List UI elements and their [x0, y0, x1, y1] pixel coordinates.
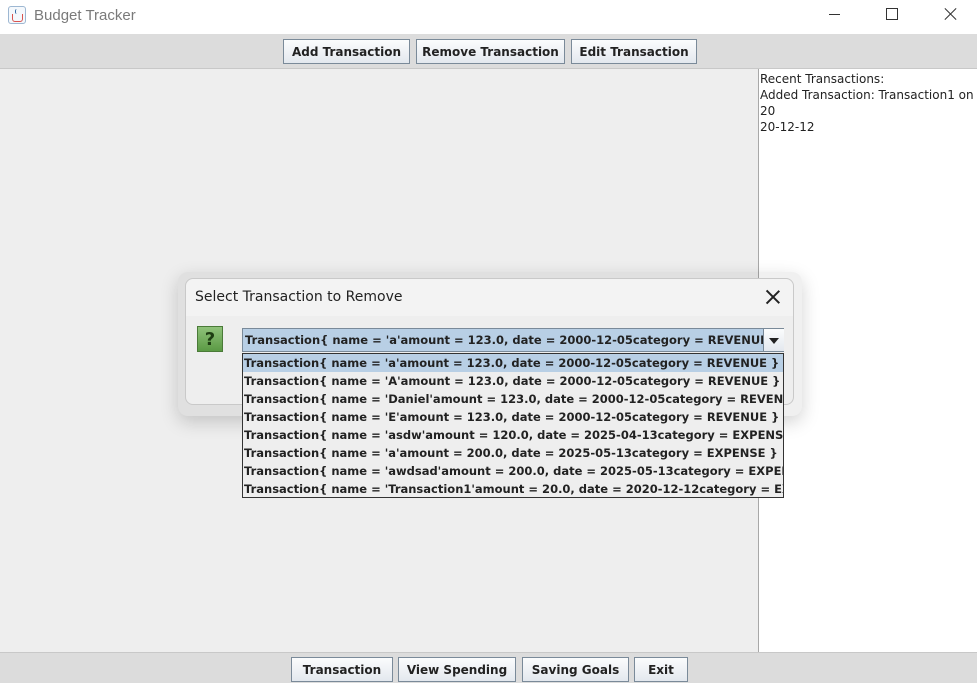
question-icon: ? [197, 326, 223, 352]
dropdown-option[interactable]: Transaction{ name = 'asdw'amount = 120.0… [243, 426, 783, 444]
minimize-icon[interactable] [812, 0, 858, 30]
dropdown-option[interactable]: Transaction{ name = 'A'amount = 123.0, d… [243, 372, 783, 390]
java-app-icon [8, 6, 26, 24]
dropdown-option[interactable]: Transaction{ name = 'awdsad'amount = 200… [243, 462, 783, 480]
close-icon[interactable] [927, 0, 973, 30]
window-titlebar: Budget Tracker [0, 0, 977, 34]
remove-transaction-button[interactable]: Remove Transaction [416, 39, 565, 64]
add-transaction-button[interactable]: Add Transaction [283, 39, 410, 64]
recent-transactions-heading: Recent Transactions: [760, 72, 885, 86]
dialog-title: Select Transaction to Remove [195, 289, 403, 305]
top-toolbar: Add Transaction Remove Transaction Edit … [0, 34, 977, 69]
window-title: Budget Tracker [34, 7, 136, 24]
combobox-selected-value: Transaction{ name = 'a'amount = 123.0, d… [245, 333, 781, 347]
dropdown-option[interactable]: Transaction{ name = 'a'amount = 200.0, d… [243, 444, 783, 462]
transaction-button[interactable]: Transaction [291, 657, 393, 682]
edit-transaction-button[interactable]: Edit Transaction [571, 39, 697, 64]
dialog-close-icon[interactable] [762, 287, 782, 307]
dropdown-option[interactable]: Transaction{ name = 'Daniel'amount = 123… [243, 390, 783, 408]
recent-transaction-line: Added Transaction: Transaction1 on 20 [760, 88, 974, 118]
transaction-select-combobox[interactable]: Transaction{ name = 'a'amount = 123.0, d… [242, 328, 784, 352]
saving-goals-button[interactable]: Saving Goals [522, 657, 629, 682]
dropdown-option[interactable]: Transaction{ name = 'a'amount = 123.0, d… [243, 354, 783, 372]
bottom-toolbar: Transaction View Spending Saving Goals E… [0, 652, 977, 683]
transaction-dropdown-list[interactable]: Transaction{ name = 'a'amount = 123.0, d… [242, 353, 784, 498]
dropdown-option[interactable]: Transaction{ name = 'E'amount = 123.0, d… [243, 408, 783, 426]
exit-button[interactable]: Exit [634, 657, 688, 682]
chevron-down-icon[interactable] [763, 329, 784, 351]
view-spending-button[interactable]: View Spending [398, 657, 516, 682]
dropdown-option[interactable]: Transaction{ name = 'Transaction1'amount… [243, 480, 783, 498]
maximize-icon[interactable] [868, 0, 914, 30]
dialog-titlebar: Select Transaction to Remove [186, 279, 793, 316]
recent-transaction-line: 20-12-12 [760, 120, 815, 134]
